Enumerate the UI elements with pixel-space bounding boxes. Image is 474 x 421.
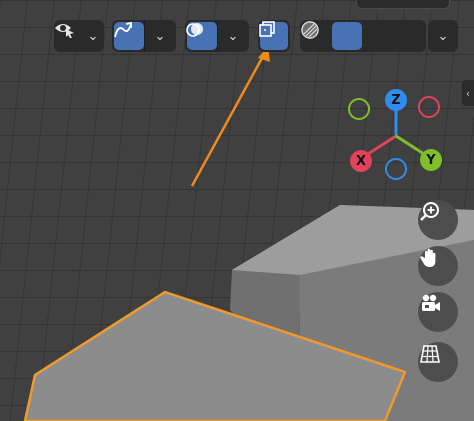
overlay-menu[interactable]: ⌄ xyxy=(185,20,249,52)
visibility-dropdown-chevron-icon[interactable]: ⌄ xyxy=(82,22,104,50)
sidebar-toggle[interactable]: ‹ xyxy=(462,80,474,106)
header-edge xyxy=(356,0,450,9)
zoom-icon xyxy=(420,202,439,221)
gizmo-negative-z-axis[interactable] xyxy=(385,158,407,180)
gizmo-z-axis[interactable]: Z xyxy=(385,89,407,111)
gizmo-negative-y-axis[interactable] xyxy=(348,98,370,120)
gizmo-menu[interactable]: ⌄ xyxy=(112,20,176,52)
solid-icon[interactable] xyxy=(302,22,362,50)
gizmo-negative-x-axis[interactable] xyxy=(418,96,440,118)
viewport-scene xyxy=(0,0,474,421)
zoom-button[interactable] xyxy=(418,200,458,240)
chevron-left-icon: ‹ xyxy=(465,86,471,100)
gizmo-dropdown-chevron-icon[interactable]: ⌄ xyxy=(145,22,175,50)
camera-view-button[interactable] xyxy=(418,292,458,332)
xray-toggle[interactable] xyxy=(258,20,290,52)
eye-arrow-icon[interactable] xyxy=(54,22,82,50)
grid-ortho-icon xyxy=(420,345,440,363)
curve-arrow-icon[interactable] xyxy=(114,21,144,50)
overlay-circles-icon[interactable] xyxy=(186,22,217,50)
pan-button[interactable] xyxy=(418,246,458,286)
camera-icon xyxy=(422,294,440,311)
gizmo-y-axis[interactable]: Y xyxy=(420,149,442,171)
material-preview-icon[interactable] xyxy=(301,21,392,50)
orthographic-toggle-button[interactable] xyxy=(418,342,458,382)
gizmo-x-axis[interactable]: X xyxy=(350,150,372,172)
shading-dropdown[interactable]: ⌄ xyxy=(428,20,458,52)
3d-viewport[interactable]: ⌄ ⌄ ⌄ ⌄ ‹ Z X Y xyxy=(0,0,474,421)
visibility-menu[interactable]: ⌄ xyxy=(54,20,104,52)
shading-mode-group[interactable] xyxy=(300,20,426,52)
shading-dropdown-chevron-icon[interactable]: ⌄ xyxy=(428,22,458,50)
hand-pan-icon xyxy=(420,248,436,267)
rendered-icon[interactable] xyxy=(301,21,422,50)
overlay-dropdown-chevron-icon[interactable]: ⌄ xyxy=(218,22,248,50)
xray-toggle-icon[interactable] xyxy=(259,21,288,50)
